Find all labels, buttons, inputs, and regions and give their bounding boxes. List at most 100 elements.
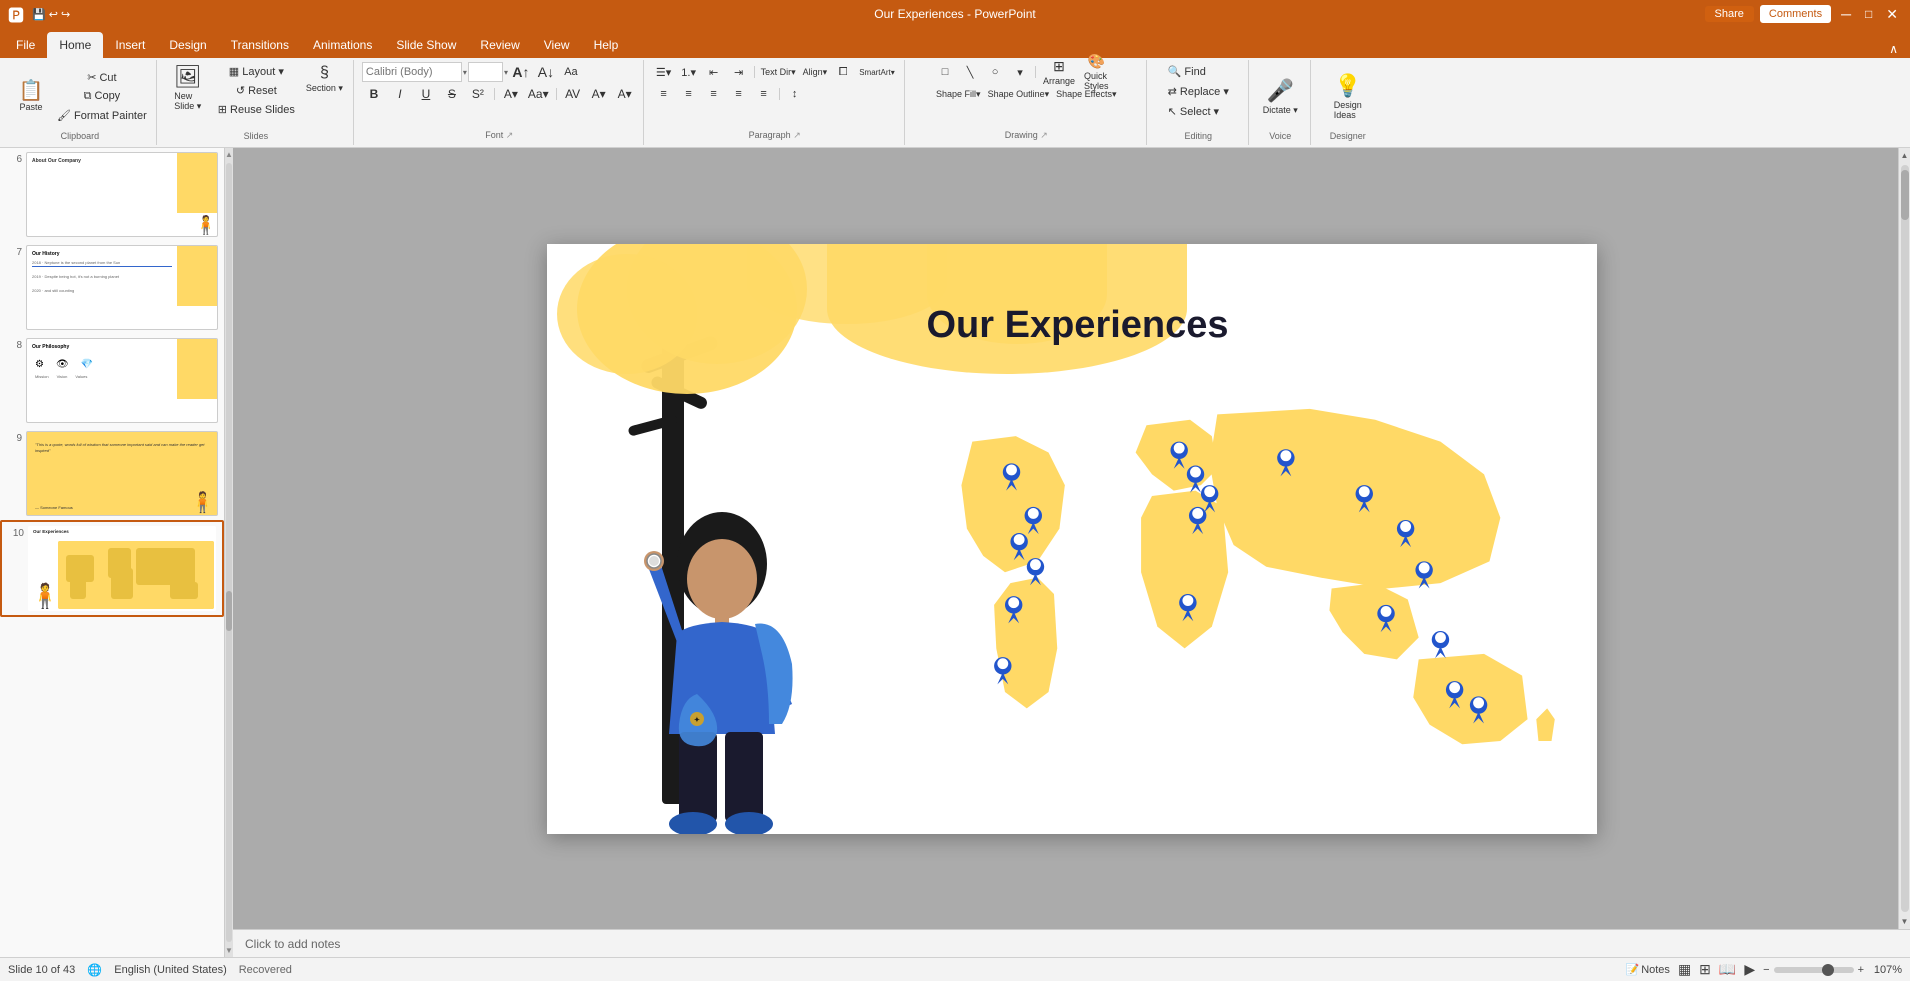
slide-title[interactable]: Our Experiences: [927, 304, 1557, 347]
align-center-btn[interactable]: ≡: [677, 85, 701, 103]
zoom-slider-thumb[interactable]: [1822, 964, 1834, 976]
slide-panel-scrollbar[interactable]: ▲ ▼: [225, 148, 233, 957]
decrease-indent-btn[interactable]: ⇤: [702, 63, 726, 81]
tab-help[interactable]: Help: [582, 32, 631, 58]
share-button[interactable]: Share: [1705, 6, 1754, 22]
columns-btn[interactable]: ⧠: [831, 63, 855, 81]
quick-styles-icon: 🎨: [1088, 53, 1105, 70]
new-slide-button[interactable]: 🖼 NewSlide ▾: [165, 62, 211, 114]
view-reading-btn[interactable]: 📖: [1719, 961, 1736, 978]
font-size-dropdown[interactable]: ▾: [504, 68, 508, 77]
decrease-font-btn[interactable]: A↓: [534, 63, 558, 81]
zoom-out-btn[interactable]: −: [1763, 964, 1769, 976]
paste-button[interactable]: 📋 Paste: [10, 79, 52, 114]
canvas-scroll-thumb[interactable]: [1901, 170, 1909, 220]
close-btn[interactable]: ✕: [1882, 6, 1902, 23]
section-button[interactable]: § Section ▾: [302, 62, 347, 96]
convert-smartart-btn[interactable]: SmartArt▾: [856, 63, 898, 81]
increase-font-btn[interactable]: A↑: [509, 63, 533, 81]
design-ideas-button[interactable]: 💡 DesignIdeas: [1330, 71, 1366, 122]
justify-btn[interactable]: ≡: [727, 85, 751, 103]
align-right-btn[interactable]: ≡: [702, 85, 726, 103]
slide-item-6[interactable]: 6 About Our Company 🧍: [0, 148, 224, 241]
shape-effects-btn[interactable]: Shape Effects▾: [1053, 85, 1119, 103]
notes-area[interactable]: Click to add notes: [233, 929, 1910, 957]
underline-btn[interactable]: U: [414, 85, 438, 103]
select-button[interactable]: ↖ Select ▾: [1165, 102, 1222, 120]
slide-item-10[interactable]: 10 Our Experiences 🧍: [0, 520, 224, 617]
reuse-slides-button[interactable]: ⊞ Reuse Slides: [215, 100, 298, 118]
find-button[interactable]: 🔍 Find: [1165, 62, 1209, 80]
format-painter-button[interactable]: 🖌 Format Painter: [54, 107, 150, 125]
dictate-button[interactable]: 🎤 Dictate ▾: [1259, 76, 1302, 118]
italic-btn[interactable]: I: [388, 85, 412, 103]
shape-line[interactable]: ╲: [958, 63, 982, 81]
tab-transitions[interactable]: Transitions: [219, 32, 301, 58]
canvas-scrollbar-right[interactable]: ▲ ▼: [1898, 148, 1910, 929]
scroll-thumb[interactable]: [226, 591, 232, 631]
shape-circle[interactable]: ○: [983, 63, 1007, 81]
thumb6-person: 🧍: [27, 211, 217, 236]
bullets-btn[interactable]: ☰▾: [652, 63, 676, 81]
language-label[interactable]: English (United States): [114, 964, 227, 976]
tab-file[interactable]: File: [4, 32, 47, 58]
clear-format-btn[interactable]: Aa: [559, 63, 583, 81]
copy-button[interactable]: ⧉ Copy: [54, 88, 150, 106]
tab-animations[interactable]: Animations: [301, 32, 384, 58]
layout-button[interactable]: ▦ Layout ▾: [215, 62, 298, 80]
tab-home[interactable]: Home: [47, 32, 103, 58]
shape-rect[interactable]: □: [933, 63, 957, 81]
font-name-input[interactable]: [362, 62, 462, 82]
slide-title-container: Our Experiences: [927, 304, 1557, 347]
font-case-btn[interactable]: Aa▾: [525, 85, 552, 103]
slide-item-8[interactable]: 8 Our Philosophy ⚙ 👁 💎 Mission Vision Va…: [0, 334, 224, 427]
cut-button[interactable]: ✂ Cut: [54, 69, 150, 87]
shape-more[interactable]: ▾: [1008, 63, 1032, 81]
ribbon-collapse-btn[interactable]: ∧: [1885, 40, 1902, 58]
align-left-btn[interactable]: ≡: [652, 85, 676, 103]
tab-view[interactable]: View: [532, 32, 582, 58]
canvas-scroll-up[interactable]: ▲: [1901, 148, 1909, 163]
minimize-btn[interactable]: ─: [1837, 6, 1855, 22]
font-color-btn[interactable]: A▾: [499, 85, 523, 103]
foliage3: [557, 254, 697, 374]
zoom-slider[interactable]: [1774, 967, 1854, 973]
char-spacing-btn[interactable]: AV: [561, 85, 585, 103]
distribute-btn[interactable]: ≡: [752, 85, 776, 103]
strikethrough-btn[interactable]: S: [440, 85, 464, 103]
svg-text:✦: ✦: [694, 716, 700, 724]
bold-btn[interactable]: B: [362, 85, 386, 103]
text-direction-btn[interactable]: Text Dir▾: [758, 63, 799, 81]
notes-btn[interactable]: 📝 Notes: [1625, 963, 1669, 976]
maximize-btn[interactable]: □: [1861, 7, 1876, 21]
canvas-scroll-down[interactable]: ▼: [1901, 914, 1909, 929]
continent-nz: [1536, 708, 1555, 741]
clipboard-content: 📋 Paste ✂ Cut ⧉ Copy 🖌 Format Painter: [10, 62, 150, 131]
shape-outline-btn[interactable]: Shape Outline▾: [985, 85, 1053, 103]
tab-review[interactable]: Review: [468, 32, 531, 58]
comments-button[interactable]: Comments: [1760, 5, 1831, 23]
highlight-btn[interactable]: A▾: [587, 85, 611, 103]
tab-design[interactable]: Design: [157, 32, 218, 58]
text-shadow-btn[interactable]: S²: [466, 85, 490, 103]
zoom-level[interactable]: 107%: [1868, 964, 1902, 976]
drawing-row1: □ ╲ ○ ▾ ⊞ Arrange 🎨 QuickStyles: [933, 62, 1113, 82]
increase-indent-btn[interactable]: ⇥: [727, 63, 751, 81]
slide-show-btn[interactable]: ▶: [1744, 961, 1755, 978]
shape-fill-btn[interactable]: Shape Fill▾: [933, 85, 984, 103]
font-size-input[interactable]: 14: [468, 62, 503, 82]
slide-item-7[interactable]: 7 Our History 2018 · Neptune is the seco…: [0, 241, 224, 334]
reset-button[interactable]: ↺ Reset: [215, 81, 298, 99]
view-normal-btn[interactable]: ▦: [1678, 961, 1691, 978]
numbering-btn[interactable]: 1.▾: [677, 63, 701, 81]
align-text-btn[interactable]: Align▾: [800, 63, 831, 81]
tab-slideshow[interactable]: Slide Show: [384, 32, 468, 58]
line-spacing-btn[interactable]: ↕: [783, 85, 807, 103]
tab-insert[interactable]: Insert: [103, 32, 157, 58]
zoom-in-btn[interactable]: +: [1858, 964, 1864, 976]
view-grid-btn[interactable]: ⊞: [1699, 961, 1711, 978]
font-name-dropdown[interactable]: ▾: [463, 68, 467, 77]
slide-item-9[interactable]: 9 "This is a quote, words full of wisdom…: [0, 427, 224, 520]
font-color-btn2[interactable]: A▾: [613, 85, 637, 103]
replace-button[interactable]: ⇄ Replace ▾: [1165, 82, 1232, 100]
